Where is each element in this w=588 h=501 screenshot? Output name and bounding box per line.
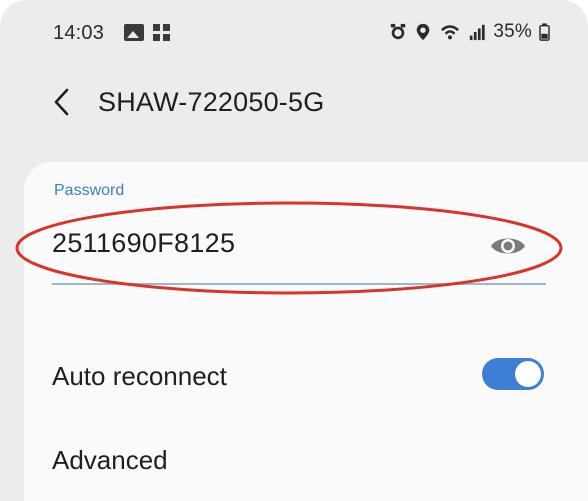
password-label: Password [54,182,125,199]
alarm-icon [391,23,406,40]
grid-icon [153,24,170,41]
phone-screen: 14:03 35% SHAW-722050-5G Password 251169… [0,0,588,501]
location-icon [417,23,430,41]
auto-reconnect-label: Auto reconnect [52,361,227,391]
advanced-label: Advanced [52,445,168,475]
battery-icon [539,23,550,41]
back-arrow-icon[interactable] [48,86,78,118]
network-name-title: SHAW-722050-5G [98,87,325,117]
battery-percentage: 35% [493,21,532,42]
status-time: 14:03 [53,22,105,44]
status-bar: 14:03 35% [0,0,588,60]
auto-reconnect-row[interactable]: Auto reconnect [24,344,588,408]
status-system-icons: 35% [389,21,550,43]
toggle-knob [515,361,541,387]
signal-icon [470,24,486,41]
app-bar: SHAW-722050-5G [0,70,588,134]
network-settings-card: Password Auto reconnect Advanced [15,162,588,501]
auto-reconnect-toggle[interactable] [482,358,544,390]
wifi-icon [441,25,460,40]
gallery-icon [124,24,144,41]
password-underline [52,283,546,285]
eye-icon[interactable] [489,232,527,260]
advanced-row[interactable]: Advanced [24,428,588,492]
status-notification-icons [124,24,170,41]
password-input[interactable] [52,228,452,259]
